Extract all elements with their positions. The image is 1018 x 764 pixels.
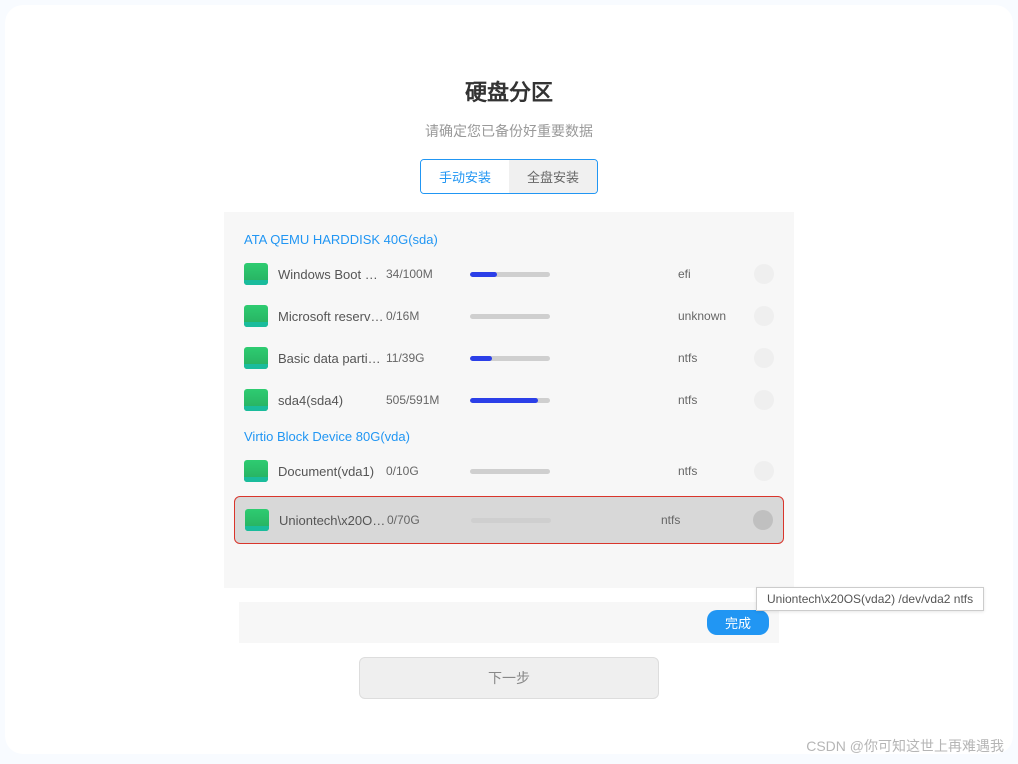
partition-row[interactable]: Document(vda1) 0/10G ntfs	[234, 450, 784, 492]
partition-name: sda4(sda4)	[278, 393, 386, 408]
partition-name: Microsoft reserv…	[278, 309, 386, 324]
disk-icon	[245, 509, 269, 531]
next-button[interactable]: 下一步	[359, 657, 659, 699]
partition-size: 34/100M	[386, 267, 448, 281]
usage-bar	[470, 398, 550, 403]
tab-manual-install[interactable]: 手动安装	[421, 160, 509, 193]
partition-action-icon[interactable]	[754, 390, 774, 410]
partition-action-icon[interactable]	[754, 264, 774, 284]
partition-fs: ntfs	[678, 464, 740, 478]
partition-row[interactable]: Microsoft reserv… 0/16M unknown	[234, 295, 784, 337]
partition-fs: ntfs	[678, 351, 740, 365]
page-title: 硬盘分区	[5, 75, 1013, 107]
partition-row-selected[interactable]: Uniontech\x20O… 0/70G ntfs	[234, 496, 784, 544]
header: 硬盘分区 请确定您已备份好重要数据 手动安装 全盘安装	[5, 75, 1013, 194]
partition-name: Windows Boot …	[278, 267, 386, 282]
partition-fs: ntfs	[661, 513, 723, 527]
disk-icon	[244, 460, 268, 482]
usage-bar	[470, 272, 550, 277]
disk-header-vda: Virtio Block Device 80G(vda)	[234, 421, 784, 450]
partition-size: 11/39G	[386, 351, 448, 365]
disk-icon	[244, 389, 268, 411]
partition-size: 505/591M	[386, 393, 448, 407]
install-mode-tabs: 手动安装 全盘安装	[420, 159, 598, 194]
disk-icon	[244, 305, 268, 327]
partition-size: 0/10G	[386, 464, 448, 478]
usage-bar	[471, 518, 551, 523]
done-button[interactable]: 完成	[707, 610, 769, 635]
partition-fs: efi	[678, 267, 740, 281]
partition-row[interactable]: sda4(sda4) 505/591M ntfs	[234, 379, 784, 421]
disk-header-sda: ATA QEMU HARDDISK 40G(sda)	[234, 224, 784, 253]
partition-fs: ntfs	[678, 393, 740, 407]
status-bar: 完成	[239, 602, 779, 643]
partition-size: 0/70G	[387, 513, 449, 527]
partition-list-panel: ATA QEMU HARDDISK 40G(sda) Windows Boot …	[224, 212, 794, 588]
partition-action-icon[interactable]	[754, 461, 774, 481]
installer-window: 硬盘分区 请确定您已备份好重要数据 手动安装 全盘安装 ATA QEMU HAR…	[5, 5, 1013, 754]
partition-row[interactable]: Windows Boot … 34/100M efi	[234, 253, 784, 295]
partition-fs: unknown	[678, 309, 740, 323]
partition-name: Basic data parti…	[278, 351, 386, 366]
watermark: CSDN @你可知这世上再难遇我	[806, 736, 1004, 756]
usage-bar	[470, 356, 550, 361]
partition-size: 0/16M	[386, 309, 448, 323]
disk-icon	[244, 263, 268, 285]
usage-bar	[470, 314, 550, 319]
page-subtitle: 请确定您已备份好重要数据	[5, 121, 1013, 141]
partition-name: Document(vda1)	[278, 464, 386, 479]
disk-icon	[244, 347, 268, 369]
partition-row[interactable]: Basic data parti… 11/39G ntfs	[234, 337, 784, 379]
partition-tooltip: Uniontech\x20OS(vda2) /dev/vda2 ntfs	[756, 587, 984, 611]
partition-action-icon[interactable]	[754, 348, 774, 368]
usage-bar	[470, 469, 550, 474]
partition-action-icon[interactable]	[754, 306, 774, 326]
partition-action-icon[interactable]	[753, 510, 773, 530]
partition-name: Uniontech\x20O…	[279, 513, 387, 528]
tab-full-disk-install[interactable]: 全盘安装	[509, 160, 597, 193]
